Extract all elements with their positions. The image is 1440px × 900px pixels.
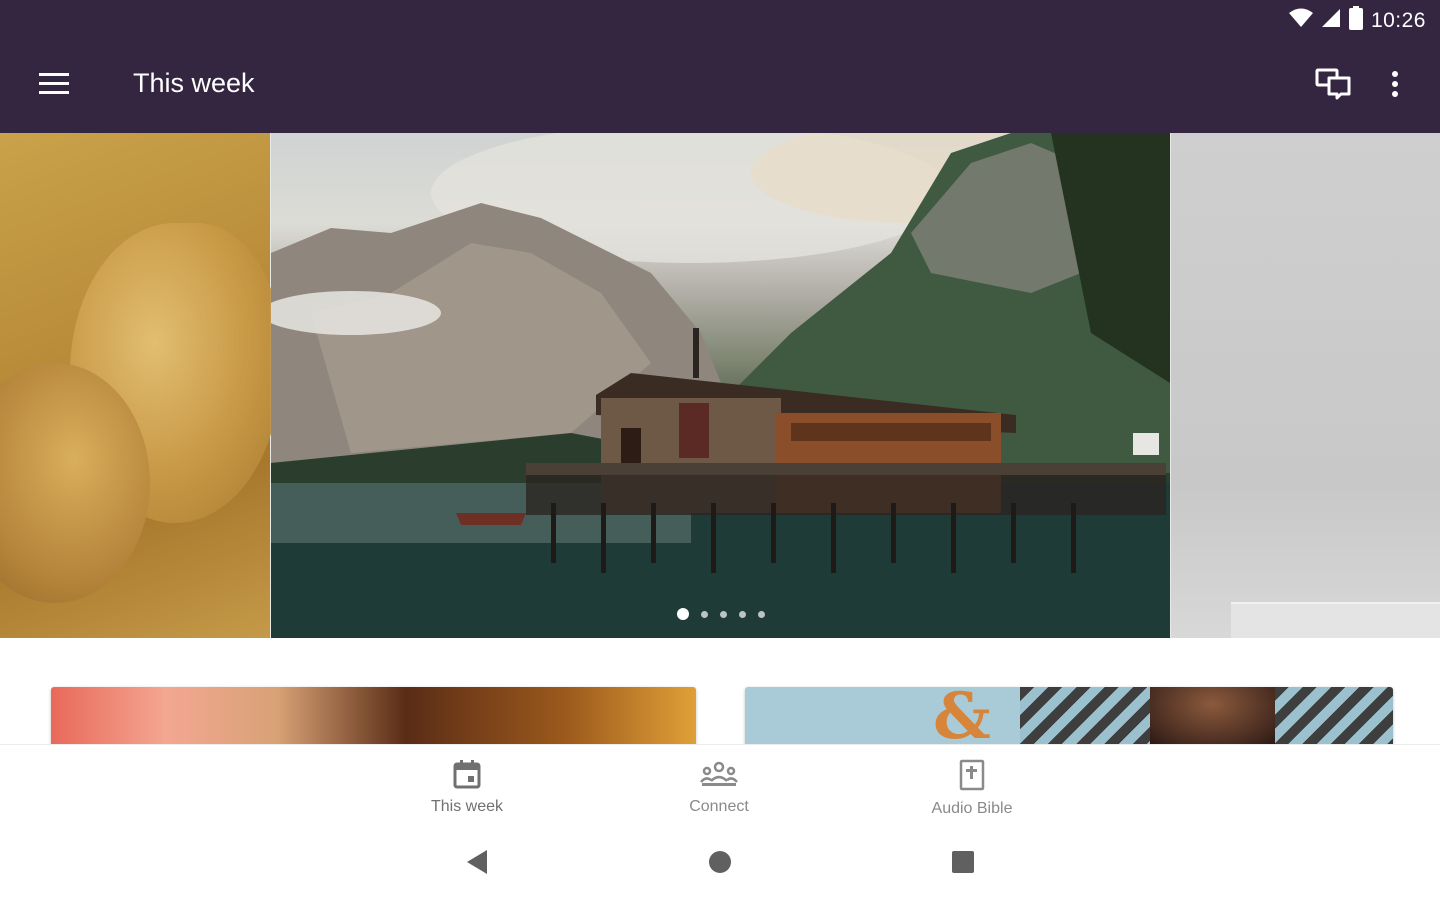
bible-icon xyxy=(957,759,987,796)
nav-label: Audio Bible xyxy=(931,800,1013,817)
content-card[interactable]: & xyxy=(745,687,1393,744)
content-cards: & xyxy=(0,638,1440,744)
recents-button[interactable] xyxy=(949,850,977,878)
system-navigation xyxy=(0,824,1440,900)
person-photo xyxy=(1150,687,1275,744)
lake-boathouse-image xyxy=(271,133,1170,638)
nav-label: This week xyxy=(430,798,504,815)
page-title: This week xyxy=(133,68,255,98)
nav-item-this-week[interactable]: This week xyxy=(397,759,537,816)
back-button[interactable] xyxy=(463,849,491,880)
carousel-indicator xyxy=(271,608,1170,620)
battery-icon xyxy=(1348,6,1363,35)
wifi-icon xyxy=(1288,8,1313,33)
menu-icon xyxy=(39,72,69,100)
group-icon xyxy=(700,759,738,794)
menu-button[interactable] xyxy=(30,64,78,108)
signal-icon xyxy=(1321,8,1341,33)
carousel-slide-next[interactable] xyxy=(1171,133,1440,638)
more-options-button[interactable] xyxy=(1370,62,1420,110)
carousel-slide-previous[interactable] xyxy=(0,133,280,638)
carousel-dot[interactable] xyxy=(738,610,746,618)
status-icons: 10:26 xyxy=(1288,6,1426,35)
nav-item-connect[interactable]: Connect xyxy=(649,759,789,816)
carousel-slide-current[interactable] xyxy=(271,133,1170,638)
slide-image-shelf xyxy=(1231,602,1440,638)
chat-button[interactable] xyxy=(1306,62,1360,110)
app-bar: This week xyxy=(0,40,1440,133)
content-card[interactable] xyxy=(51,687,696,744)
carousel-dot[interactable] xyxy=(676,608,689,620)
featured-carousel[interactable] xyxy=(0,133,1440,638)
chat-icon xyxy=(1315,68,1351,105)
carousel-dot[interactable] xyxy=(700,610,708,618)
ampersand-graphic: & xyxy=(933,687,991,744)
home-icon xyxy=(708,850,732,879)
recents-icon xyxy=(951,850,975,879)
status-time: 10:26 xyxy=(1370,8,1426,32)
nav-item-audio-bible[interactable]: Audio Bible xyxy=(902,759,1042,818)
home-button[interactable] xyxy=(706,850,734,878)
calendar-icon xyxy=(452,759,482,794)
carousel-dot[interactable] xyxy=(757,610,765,618)
more-vert-icon xyxy=(1391,70,1399,103)
bottom-navigation: This week Connect Audio Bible xyxy=(0,744,1440,824)
status-bar: 10:26 xyxy=(0,0,1440,40)
nav-label: Connect xyxy=(689,798,749,815)
carousel-dot[interactable] xyxy=(719,610,727,618)
back-icon xyxy=(465,849,489,880)
